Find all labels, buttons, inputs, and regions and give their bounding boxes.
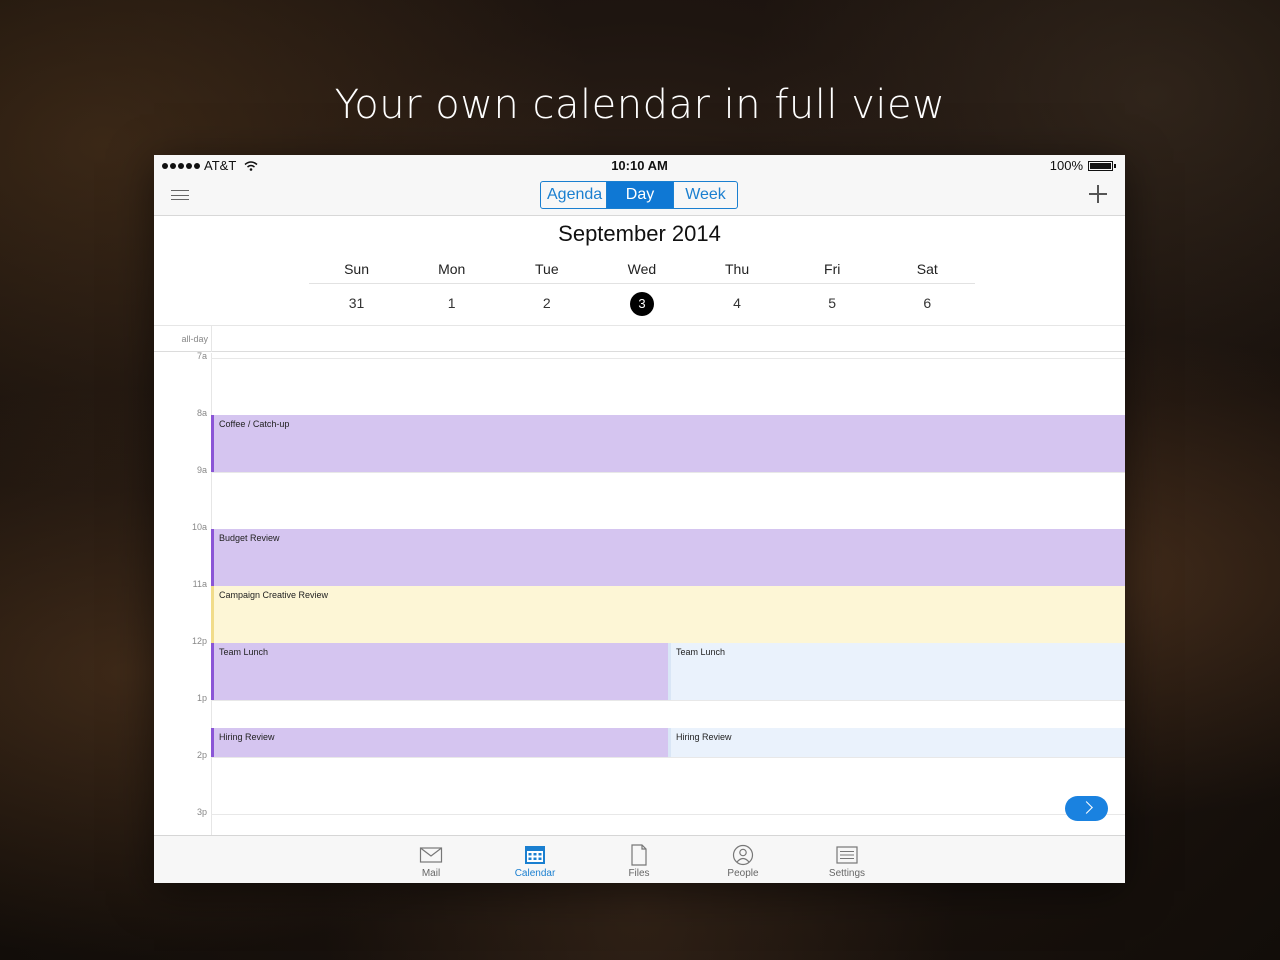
day-numbers-row: 31 1 2 3 4 5 6 [309,284,975,322]
day-name: Wed [627,261,657,277]
all-day-label: all-day [181,334,208,344]
day-name: Tue [535,261,559,277]
week-strip: Sun Mon Tue Wed Thu Fri Sat 31 1 2 3 4 5… [309,259,975,322]
tab-label: Calendar [514,868,556,879]
event-hiring-review[interactable]: Hiring Review [211,728,668,757]
all-day-row[interactable]: all-day [154,326,1125,352]
event-team-lunch[interactable]: Team Lunch [211,643,668,700]
day-names-row: Sun Mon Tue Wed Thu Fri Sat [309,259,975,283]
hour-row: 1p [154,693,1125,703]
event-budget-review[interactable]: Budget Review [211,529,1125,586]
day-number[interactable]: 5 [785,284,880,322]
tab-label: Files [628,868,650,879]
battery-label: 100% [1049,158,1083,173]
file-icon [631,844,647,866]
day-name: Fri [824,261,841,277]
hour-label: 3p [196,807,207,817]
day-number[interactable]: 6 [880,284,975,322]
day-name: Sun [344,261,370,277]
hour-label: 2p [196,750,207,760]
segment-day[interactable]: Day [607,182,673,208]
event-coffee-catch-up[interactable]: Coffee / Catch-up [211,415,1125,472]
day-number[interactable]: 31 [309,284,404,322]
hour-label: 10a [191,522,207,532]
day-name: Mon [438,261,466,277]
tab-bar: Mail Calendar Files People Settings [154,835,1125,883]
calendar-icon [525,846,545,864]
day-name: Thu [725,261,750,277]
hour-label: 12p [191,636,207,646]
battery-icon [1088,160,1116,171]
tab-files[interactable]: Files [604,844,674,879]
settings-icon [836,846,858,864]
hour-label: 11a [192,579,207,589]
tab-calendar[interactable]: Calendar [500,844,570,879]
status-time: 10:10 AM [611,158,668,173]
tab-mail[interactable]: Mail [396,844,466,879]
tab-label: People [727,868,759,879]
day-number-selected[interactable]: 3 [594,284,689,322]
day-name: Sat [916,261,938,277]
day-number[interactable]: 1 [404,284,499,322]
ipad-screen: AT&T 10:10 AM 100% Agenda Day Week Septe… [154,155,1125,883]
day-time-grid[interactable]: 7a 8a 9a 10a 11a 12p 1p 2p 3p Coffee / C… [154,351,1125,835]
next-day-button[interactable] [1065,796,1108,821]
all-day-separator [211,326,212,352]
hour-label: 9a [196,465,207,475]
day-number[interactable]: 2 [499,284,594,322]
event-campaign-creative-review[interactable]: Campaign Creative Review [211,586,1125,643]
view-segmented-control: Agenda Day Week [540,181,738,209]
mail-icon [419,847,443,863]
day-number[interactable]: 4 [690,284,785,322]
segment-agenda[interactable]: Agenda [541,182,607,208]
tab-label: Settings [828,868,866,879]
hour-label: 1p [196,693,207,703]
segment-week[interactable]: Week [673,182,737,208]
hour-row: 7a [154,351,1125,361]
toolbar: Agenda Day Week [154,177,1125,216]
tab-people[interactable]: People [708,844,778,879]
status-bar: AT&T 10:10 AM 100% [154,155,1125,177]
month-title: September 2014 [558,221,721,246]
tab-label: Mail [421,868,441,879]
event-hiring-review-shared[interactable]: Hiring Review [668,728,1125,757]
add-event-icon[interactable] [1089,185,1107,203]
status-right: 100% [1049,158,1116,173]
hour-row: 2p [154,750,1125,760]
hour-row: 3p [154,807,1125,817]
event-team-lunch-shared[interactable]: Team Lunch [668,643,1125,700]
hamburger-menu-icon[interactable] [171,188,189,202]
tab-settings[interactable]: Settings [812,844,882,879]
hour-label: 7a [196,351,207,361]
hour-label: 8a [196,408,207,418]
hour-row: 9a [154,465,1125,475]
people-icon [732,844,754,866]
headline: Your own calendar in full view [334,82,946,128]
